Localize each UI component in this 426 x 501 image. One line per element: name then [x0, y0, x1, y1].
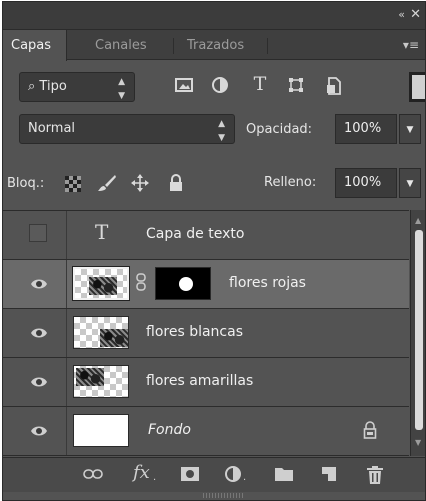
visibility-cell[interactable]: [3, 309, 67, 357]
opacity-label: Opacidad:: [246, 122, 313, 137]
search-icon: ⌕: [28, 79, 36, 94]
layer-row[interactable]: Fondo: [3, 407, 409, 455]
resize-grip[interactable]: [203, 493, 243, 498]
layers-list: T Capa de texto flores rojas flores blan…: [3, 210, 409, 456]
fill-label: Relleno:: [264, 175, 317, 190]
layer-row-selected[interactable]: flores rojas: [3, 260, 409, 309]
layer-thumbnail[interactable]: [73, 365, 129, 398]
scrollbar-thumb[interactable]: [415, 230, 423, 430]
layer-name[interactable]: Capa de texto: [146, 226, 244, 242]
lock-row: Bloq.: Relleno: 100% ▼: [3, 164, 425, 202]
tab-trazados[interactable]: Trazados: [179, 30, 252, 60]
visibility-cell[interactable]: [3, 407, 67, 455]
flowers-image: [76, 368, 104, 386]
lock-all-icon[interactable]: [169, 174, 183, 196]
eye-icon[interactable]: [30, 326, 48, 340]
lock-transparent-pixels-icon[interactable]: [65, 176, 81, 196]
visibility-cell[interactable]: [3, 211, 67, 259]
opacity-slider-arrow-icon[interactable]: ▼: [399, 114, 421, 144]
layer-row[interactable]: T Capa de texto: [3, 211, 409, 260]
link-layers-icon[interactable]: [83, 466, 103, 485]
eye-icon[interactable]: [30, 277, 48, 291]
fill-input[interactable]: 100%: [335, 168, 397, 198]
fill-slider-arrow-icon[interactable]: ▼: [399, 168, 421, 198]
smart-object-filter-icon[interactable]: [323, 77, 345, 99]
text-layer-icon: T: [95, 220, 109, 244]
tab-separator: [173, 38, 174, 54]
scroll-down-icon[interactable]: ▼: [415, 438, 421, 447]
type-filter-icon[interactable]: T: [249, 73, 271, 95]
blend-mode-select[interactable]: Normal ▲ ▼: [19, 114, 235, 144]
fx-dropdown-indicator: .: [153, 472, 157, 483]
panel-menu-icon[interactable]: ▾≡: [403, 38, 419, 52]
layer-row[interactable]: flores blancas: [3, 309, 409, 358]
layer-thumbnail[interactable]: [73, 414, 129, 447]
flowers-image: [100, 329, 128, 347]
mask-shape: [179, 277, 193, 291]
new-layer-icon[interactable]: [321, 466, 337, 486]
mask-link-icon[interactable]: [136, 273, 146, 295]
eye-icon[interactable]: [30, 375, 48, 389]
adjustment-layer-icon[interactable]: [225, 466, 241, 486]
layers-scrollbar[interactable]: ▲ ▼: [410, 210, 425, 456]
filter-kind-select[interactable]: ⌕ Tipo ▲ ▼: [19, 72, 135, 102]
layer-name[interactable]: flores blancas: [146, 324, 243, 340]
tab-separator: [267, 38, 268, 54]
layer-name[interactable]: flores amarillas: [146, 373, 253, 389]
opacity-input[interactable]: 100%: [335, 114, 397, 144]
tab-capas[interactable]: Capas: [3, 30, 67, 61]
layer-mask-thumbnail[interactable]: [155, 267, 211, 300]
lock-image-pixels-icon[interactable]: [97, 174, 117, 196]
visibility-off-box[interactable]: [29, 224, 47, 242]
layer-row[interactable]: flores amarillas: [3, 358, 409, 407]
close-panel-icon[interactable]: ✕: [410, 7, 421, 22]
layers-panel: « ✕ Capas Canales Trazados ▾≡ ⌕ Tipo ▲ ▼ …: [2, 1, 426, 501]
lock-position-icon[interactable]: [131, 174, 149, 196]
adjustment-dropdown-indicator: .: [243, 472, 247, 483]
blend-mode-value: Normal: [28, 121, 76, 136]
select-arrows-icon: ▲ ▼: [218, 119, 225, 143]
lock-icon[interactable]: [363, 421, 377, 443]
filter-toggle-switch[interactable]: [409, 72, 425, 102]
collapse-panel-icon[interactable]: «: [398, 8, 405, 21]
layer-thumbnail[interactable]: [73, 316, 129, 349]
add-mask-icon[interactable]: [181, 466, 199, 485]
layer-thumbnail[interactable]: [72, 266, 130, 301]
lock-label: Bloq.:: [7, 176, 45, 191]
shape-filter-icon[interactable]: [285, 77, 307, 97]
panel-title-bar: « ✕: [3, 2, 425, 30]
eye-icon[interactable]: [30, 424, 48, 438]
layer-name[interactable]: flores rojas: [229, 275, 306, 291]
delete-icon[interactable]: [367, 466, 383, 488]
panel-tabs: Capas Canales Trazados ▾≡: [3, 30, 425, 61]
tab-canales[interactable]: Canales: [87, 30, 155, 60]
new-group-icon[interactable]: [275, 466, 293, 485]
scroll-up-icon[interactable]: ▲: [415, 216, 421, 225]
layer-name[interactable]: Fondo: [148, 422, 191, 438]
flowers-image: [89, 277, 117, 295]
adjustment-filter-icon[interactable]: [209, 77, 231, 97]
visibility-cell[interactable]: [3, 260, 67, 308]
visibility-cell[interactable]: [3, 358, 67, 406]
layers-bottom-toolbar: fx . .: [3, 457, 425, 492]
layer-filter-row: ⌕ Tipo ▲ ▼ T: [3, 68, 425, 104]
image-filter-icon[interactable]: [173, 77, 195, 97]
filter-kind-label: Tipo: [39, 79, 67, 94]
select-arrows-icon: ▲ ▼: [118, 77, 125, 101]
fx-icon[interactable]: fx: [133, 462, 150, 483]
